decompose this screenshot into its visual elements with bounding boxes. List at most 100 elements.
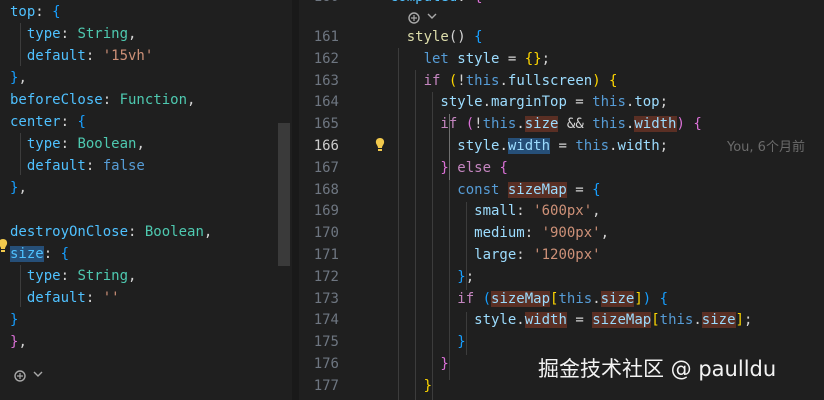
code-line[interactable]: style.marginTop = this.top;: [373, 91, 668, 113]
code-token: ,: [128, 26, 137, 42]
code-token: {: [52, 4, 61, 20]
code-token: {: [659, 290, 669, 307]
code-token: style: [373, 29, 449, 45]
code-token: ,: [187, 92, 196, 108]
code-token: '': [102, 290, 120, 306]
code-line[interactable]: }: [373, 331, 465, 353]
code-line[interactable]: } else {: [373, 157, 507, 179]
code-token: style: [373, 94, 483, 111]
code-token: width: [617, 138, 660, 154]
code-token: marginTop: [491, 94, 567, 111]
code-line[interactable]: }: [373, 375, 432, 397]
pane-divider[interactable]: [292, 0, 299, 400]
code-token: :: [102, 92, 120, 108]
line-number: 172: [313, 268, 339, 285]
code-token: ]: [735, 312, 744, 329]
code-token: small: [373, 203, 517, 220]
code-token: default: [10, 158, 86, 174]
code-token: ;: [743, 312, 753, 329]
right-editor-pane[interactable]: 160 computed: {161 style() {162 let styl…: [299, 0, 824, 400]
left-scrollbar-thumb[interactable]: [278, 123, 290, 266]
code-line[interactable]: medium: '900px',: [373, 222, 609, 244]
code-token: ,: [136, 136, 145, 152]
code-token: Boolean: [77, 136, 137, 152]
code-line[interactable]: },: [10, 177, 27, 199]
code-line[interactable]: }: [10, 309, 18, 331]
indent-guide: [415, 70, 416, 400]
line-number: 168: [313, 181, 339, 198]
code-line[interactable]: default: '': [10, 287, 120, 309]
code-token: !: [474, 116, 483, 133]
code-token: }: [10, 312, 19, 328]
line-number: 167: [313, 159, 339, 176]
code-line[interactable]: type: Boolean,: [10, 133, 145, 155]
chevron-down-icon[interactable]: [426, 8, 438, 28]
indent-guide: [449, 180, 450, 380]
code-line[interactable]: computed: {: [373, 0, 483, 8]
left-editor-pane[interactable]: top: { type: String, default: '15vh'}, be…: [0, 0, 292, 400]
code-line[interactable]: top: {: [10, 1, 61, 23]
code-token: Function: [119, 92, 188, 108]
code-token: '600px': [533, 203, 593, 220]
codelens-row-right[interactable]: [406, 8, 438, 28]
code-token: width: [524, 312, 567, 329]
code-token: fullscreen: [507, 72, 593, 89]
code-line[interactable]: default: '15vh': [10, 45, 153, 67]
code-line[interactable]: };: [373, 266, 474, 288]
code-line[interactable]: center: {: [10, 111, 86, 133]
code-line[interactable]: size: {: [10, 243, 69, 265]
code-token: :: [60, 268, 78, 284]
lightbulb-icon[interactable]: [375, 137, 387, 153]
watermark: 掘金技术社区 @ paulldu: [538, 357, 777, 381]
copilot-icon[interactable]: [12, 369, 28, 383]
line-number: 162: [313, 50, 339, 67]
code-line[interactable]: },: [10, 67, 27, 89]
code-token: [: [651, 312, 660, 329]
code-line[interactable]: type: String,: [10, 265, 137, 287]
chevron-down-icon[interactable]: [32, 366, 44, 386]
code-line[interactable]: style.width = sizeMap[this.size];: [373, 309, 752, 331]
code-token: }: [373, 356, 449, 372]
indent-guide: [20, 23, 21, 66]
code-token: :: [128, 224, 145, 240]
copilot-icon[interactable]: [406, 11, 422, 25]
code-token: this: [592, 94, 626, 111]
code-token: beforeClose: [10, 92, 103, 108]
editor-window: top: { type: String, default: '15vh'}, be…: [0, 0, 824, 400]
code-line[interactable]: },: [10, 331, 27, 353]
code-line[interactable]: beforeClose: Function,: [10, 89, 195, 111]
code-line[interactable]: type: String,: [10, 23, 137, 45]
code-token: size: [701, 312, 736, 329]
code-line[interactable]: const sizeMap = {: [373, 179, 601, 201]
code-token: sizeMap: [491, 290, 551, 307]
code-token: :: [43, 246, 61, 262]
left-scrollbar[interactable]: [276, 0, 292, 400]
code-line[interactable]: destroyOnClose: Boolean,: [10, 221, 212, 243]
code-token: ;: [541, 50, 551, 67]
code-line[interactable]: style.width = this.width;: [373, 135, 668, 157]
indent-guide: [20, 133, 21, 175]
code-token: :: [60, 26, 78, 42]
code-line[interactable]: large: '1200px': [373, 244, 600, 266]
code-line[interactable]: default: false: [10, 155, 145, 177]
code-token: ,: [18, 180, 27, 196]
code-line[interactable]: }: [373, 353, 449, 375]
code-line[interactable]: small: '600px',: [373, 200, 600, 222]
code-token: default: [10, 290, 86, 306]
code-line[interactable]: if (!this.size && this.width) {: [373, 113, 702, 135]
code-token: !: [457, 72, 466, 89]
line-number: 163: [313, 72, 339, 89]
code-token: style: [373, 138, 500, 154]
line-number: 177: [313, 377, 339, 394]
code-token: '15vh': [102, 48, 154, 64]
code-token: =: [566, 312, 593, 329]
code-line[interactable]: let style = {};: [373, 48, 550, 70]
code-line[interactable]: style() {: [373, 26, 483, 48]
code-line[interactable]: if (sizeMap[this.size]) {: [373, 288, 668, 310]
lightbulb-icon[interactable]: [0, 238, 10, 254]
code-token: '900px': [541, 225, 601, 242]
line-number: 173: [313, 290, 339, 307]
codelens-row-left[interactable]: [12, 366, 44, 386]
code-token: :: [85, 48, 103, 64]
code-line[interactable]: if (!this.fullscreen) {: [373, 70, 618, 92]
